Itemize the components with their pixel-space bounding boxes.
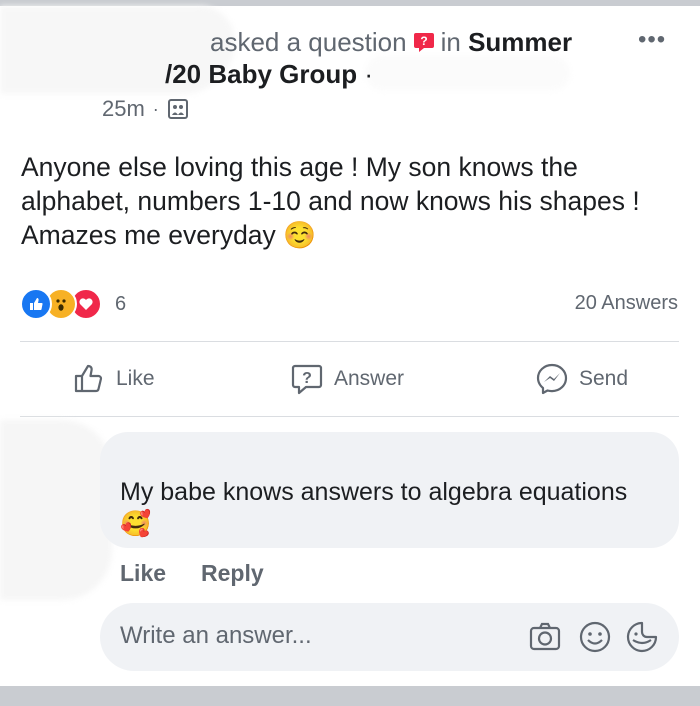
answer-question-icon: ? [291, 364, 323, 395]
svg-text:?: ? [302, 370, 312, 387]
sticker-icon[interactable] [625, 620, 659, 654]
more-options-icon[interactable]: ••• [638, 28, 666, 52]
divider-bottom [20, 416, 679, 417]
like-label: Like [116, 367, 155, 390]
send-button[interactable]: Send [535, 362, 628, 396]
messenger-icon [536, 363, 568, 395]
emoji-icon[interactable] [578, 620, 612, 654]
divider-top [20, 341, 679, 342]
meta-separator: · [152, 98, 159, 119]
post-header-line-1: asked a question? in Summer [210, 26, 572, 58]
question-icon: ? [413, 33, 434, 52]
answers-count[interactable]: 20 Answers [575, 292, 678, 315]
in-text: in [440, 27, 461, 57]
action-text: asked a question [210, 27, 407, 57]
group-name-line-1[interactable]: Summer [468, 27, 572, 57]
reactions-summary[interactable]: 6 [20, 288, 126, 320]
bottom-separator [0, 686, 700, 706]
header-separator: · [364, 59, 374, 89]
comment-reply-button[interactable]: Reply [201, 560, 264, 587]
answer-button[interactable]: ? Answer [290, 362, 404, 396]
thumbs-up-icon [74, 364, 103, 393]
comment-text: My babe knows answers to algebra equatio… [120, 478, 628, 538]
group-name-line-2[interactable]: /20 Baby Group [165, 59, 357, 89]
comment-like-button[interactable]: Like [120, 560, 166, 587]
redacted-commenter-avatar [0, 420, 112, 600]
post-text: Anyone else loving this age ! My son kno… [21, 152, 640, 250]
send-label: Send [579, 367, 629, 390]
comment-actions: Like Reply [120, 560, 264, 587]
post-header-line-2: /20 Baby Group · [165, 58, 373, 90]
svg-text:?: ? [420, 34, 427, 48]
group-privacy-icon [167, 99, 188, 119]
answer-label: Answer [334, 367, 405, 390]
post-meta: 25m · [102, 96, 189, 122]
reaction-count: 6 [115, 292, 127, 315]
answer-input[interactable]: Write an answer... [120, 622, 312, 650]
like-button[interactable]: Like [72, 362, 155, 396]
action-bar: Like ? Answer Send [0, 350, 700, 410]
like-icon [20, 288, 52, 320]
redacted-group-detail [365, 56, 570, 90]
post-time[interactable]: 25m [102, 96, 145, 122]
camera-icon[interactable] [528, 620, 562, 654]
